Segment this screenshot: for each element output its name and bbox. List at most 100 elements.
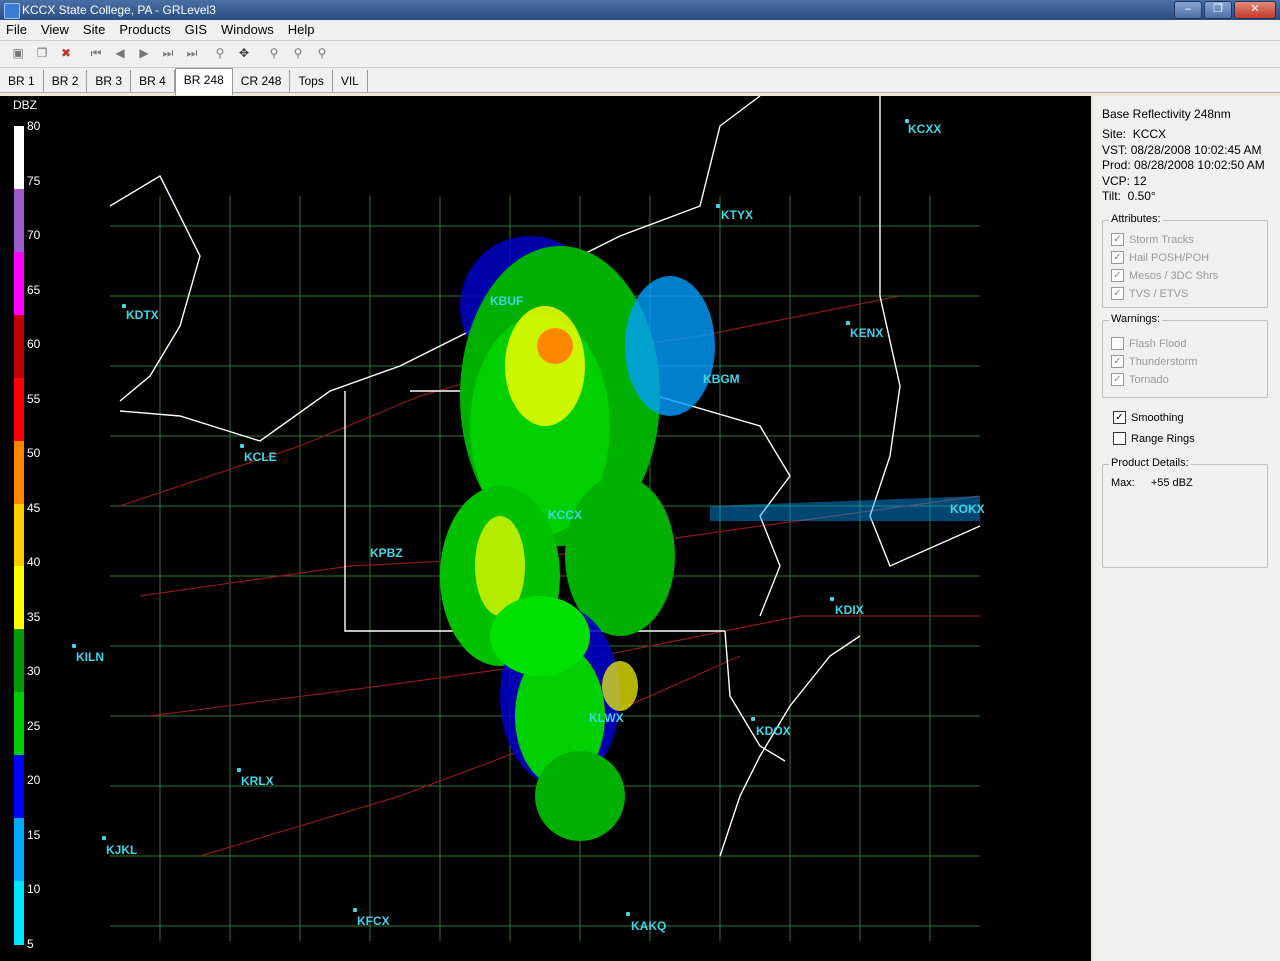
site-kenx[interactable]: KENX [850,326,883,340]
tornado-label: Tornado [1129,373,1169,386]
vcp-info: VCP: 12 [1102,174,1147,188]
range-rings-checkbox[interactable] [1113,432,1126,445]
legend-color-segment [14,377,24,442]
site-krlx[interactable]: KRLX [241,774,274,788]
tab-vil[interactable]: VIL [333,70,368,92]
legend-tick-label: 50 [27,446,41,461]
zoom-reset-icon[interactable]: ⚲ [314,45,330,61]
menu-help[interactable]: Help [282,20,323,40]
legend-tick-label: 75 [27,173,41,188]
product-tabs: BR 1 BR 2 BR 3 BR 4 BR 248 CR 248 Tops V… [0,68,1280,95]
site-info-value: KCCX [1132,127,1167,141]
site-kcxx[interactable]: KCXX [908,122,941,136]
maximize-icon[interactable]: ❐ [1204,1,1232,19]
site-klwx[interactable]: KLWX [589,711,624,725]
vst-label: VST: [1102,143,1128,157]
legend-tick-label: 70 [27,228,41,243]
pan-icon[interactable]: ✥ [236,45,252,61]
legend-color-segment [14,818,24,883]
zoom-in-icon[interactable]: ⚲ [266,45,282,61]
first-frame-icon[interactable]: ⏮ [88,45,104,61]
warnings-title: Warnings: [1109,313,1163,325]
close-icon[interactable]: ✕ [1234,1,1276,19]
warnings-group: Warnings: Flash Flood ✓ Thunderstorm ✓ Tor… [1102,313,1268,398]
step-forward-icon[interactable]: ⏭ [160,45,176,61]
attributes-title: Attributes: [1109,213,1163,225]
site-kjkl[interactable]: KJKL [106,843,137,857]
tornado-checkbox: ✓ [1111,373,1124,386]
tab-cr248[interactable]: CR 248 [233,70,291,92]
zoom-out-icon[interactable]: ⚲ [290,45,306,61]
legend-tick-label: 30 [27,664,41,679]
menu-file[interactable]: File [0,20,35,40]
site-kdox[interactable]: KDOX [756,724,791,738]
site-dot [626,912,630,916]
attributes-group: Attributes: ✓ Storm Tracks ✓ Hail POSH/POH… [1102,213,1268,308]
tab-br248[interactable]: BR 248 [174,68,233,95]
site-kbgm[interactable]: KBGM [703,372,740,386]
site-kdix[interactable]: KDIX [835,603,864,617]
legend-color-segment [14,314,24,379]
range-rings-label: Range Rings [1131,432,1195,445]
site-kokx[interactable]: KOKX [950,502,985,516]
site-kcle[interactable]: KCLE [244,450,277,464]
play-icon[interactable]: ▶ [136,45,152,61]
minimize-icon[interactable]: – [1174,1,1202,19]
max-label: Max: [1111,477,1135,489]
site-dot [716,204,720,208]
tvs-label: TVS / ETVS [1129,287,1189,300]
legend-color-segment [14,629,24,694]
mesos-label: Mesos / 3DC Shrs [1129,269,1219,282]
site-kpbz[interactable]: KPBZ [370,546,403,560]
smoothing-option[interactable]: ✓ Smoothing [1113,411,1184,424]
smoothing-checkbox[interactable]: ✓ [1113,411,1126,424]
legend-tick-label: 15 [27,827,41,842]
step-back-icon[interactable]: ◀ [112,45,128,61]
site-kfcx[interactable]: KFCX [357,914,390,928]
tab-tops[interactable]: Tops [290,70,333,92]
copy-icon[interactable]: ❐ [34,45,50,61]
storm-tracks-checkbox: ✓ [1111,233,1124,246]
site-ktyx[interactable]: KTYX [721,208,753,222]
thunderstorm-label: Thunderstorm [1129,355,1198,368]
stop-icon[interactable]: ✖ [58,45,74,61]
site-dot [72,644,76,648]
product-details-group: Product Details: Max: +55 dBZ [1102,457,1268,568]
legend-color-segment [14,503,24,568]
legend-tick-label: 55 [27,391,41,406]
site-kbuf[interactable]: KBUF [490,294,523,308]
menu-gis[interactable]: GIS [179,20,215,40]
site-dot [102,836,106,840]
title-bar: KCCX State College, PA - GRLevel3 – ❐ ✕ [0,0,1280,20]
menu-bar: File View Site Products GIS Windows Help [0,20,1280,41]
legend-color-segment [14,566,24,631]
site-kakq[interactable]: KAKQ [631,919,666,933]
menu-windows[interactable]: Windows [215,20,282,40]
product-name: Base Reflectivity 248nm [1102,107,1231,121]
site-kdtx[interactable]: KDTX [126,308,159,322]
last-frame-icon[interactable]: ⏭ [184,45,200,61]
reflectivity-echoes [440,236,980,841]
site-dot [830,597,834,601]
site-dot [751,717,755,721]
range-rings-option[interactable]: Range Rings [1113,432,1195,445]
menu-site[interactable]: Site [77,20,113,40]
legend-color-segment [14,755,24,820]
zoom-icon[interactable]: ⚲ [212,45,228,61]
site-kiln[interactable]: KILN [76,650,104,664]
radar-display[interactable]: DBZ 80 75 70 65 60 55 50 45 40 35 30 25 20 15 10 5 KCXX… [0,96,1091,961]
tilt-label: Tilt: [1102,189,1121,203]
site-kccx[interactable]: KCCX [548,508,582,522]
tab-br1[interactable]: BR 1 [0,70,44,92]
reload-icon[interactable]: ▣ [10,45,26,61]
prod-label: Prod: [1102,158,1131,172]
menu-products[interactable]: Products [113,20,178,40]
tab-br3[interactable]: BR 3 [87,70,132,92]
vcp-value: 12 [1133,174,1147,188]
legend-color-segment [14,881,24,945]
legend-color-segment [14,251,24,316]
tab-br2[interactable]: BR 2 [44,70,88,92]
menu-view[interactable]: View [35,20,77,40]
tab-br4[interactable]: BR 4 [131,70,175,92]
radar-map [109,96,981,941]
